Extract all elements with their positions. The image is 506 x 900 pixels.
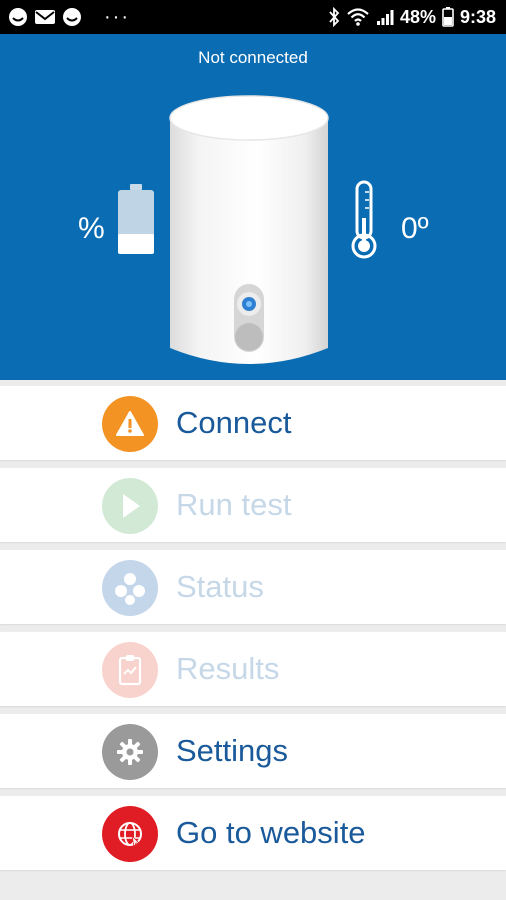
menu-label-settings: Settings <box>176 733 289 768</box>
menu-item-results[interactable]: Results <box>0 632 506 706</box>
system-status: 48% 9:38 <box>328 0 496 34</box>
menu-label-connect: Connect <box>176 405 292 440</box>
battery-icon <box>442 7 454 27</box>
menu-item-status[interactable]: Status <box>0 550 506 624</box>
notification-icons: ··· <box>8 0 130 34</box>
status-bar: ··· 48% 9:38 <box>0 0 506 34</box>
device-hero: Not connected % 0º <box>0 34 506 380</box>
emoji-icon <box>63 8 81 26</box>
menu-item-settings[interactable]: Settings <box>0 714 506 788</box>
device-illustration <box>169 95 329 364</box>
bluetooth-icon <box>329 7 340 27</box>
menu-label-status: Status <box>176 569 264 604</box>
menu-label-run-test: Run test <box>176 487 292 522</box>
temperature-value: 0º <box>401 212 429 245</box>
emoji-icon <box>9 8 27 26</box>
thermometer-icon <box>351 180 377 259</box>
clipboard-icon <box>102 642 158 698</box>
connection-status: Not connected <box>198 48 308 67</box>
battery-level-text: 48% <box>399 6 436 27</box>
gmail-icon <box>35 10 55 24</box>
status-dots-icon <box>102 560 158 616</box>
clock: 9:38 <box>459 6 496 27</box>
wifi-icon <box>347 8 369 26</box>
menu-label-results: Results <box>176 651 280 686</box>
globe-icon <box>102 806 158 862</box>
device-battery-icon <box>118 184 154 254</box>
menu-item-run-test[interactable]: Run test <box>0 468 506 542</box>
gear-icon <box>102 724 158 780</box>
signal-icon <box>376 10 394 25</box>
more-icon: ··· <box>104 6 130 28</box>
play-icon <box>102 478 158 534</box>
menu-item-connect[interactable]: Connect <box>0 386 506 460</box>
warning-icon <box>102 396 158 452</box>
battery-percent: % <box>78 212 105 245</box>
menu-label-go-to-website: Go to website <box>176 815 366 850</box>
menu-item-go-to-website[interactable]: Go to website <box>0 796 506 870</box>
